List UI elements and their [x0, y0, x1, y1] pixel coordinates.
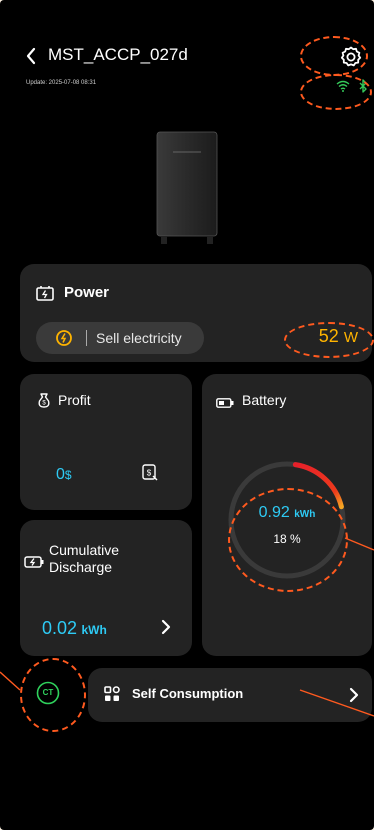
- chevron-left-icon: [26, 47, 36, 65]
- mode-divider: [86, 330, 87, 346]
- back-button[interactable]: [24, 46, 44, 66]
- svg-text:$: $: [147, 469, 152, 478]
- power-value-highlight-annotation: [284, 322, 374, 358]
- grid-apps-icon: [104, 686, 120, 702]
- mode-label: Sell electricity: [96, 330, 182, 346]
- cumulative-chevron-right-icon[interactable]: [160, 618, 172, 636]
- power-icon: [36, 285, 54, 301]
- power-title: Power: [64, 284, 110, 301]
- battery-icon: [216, 395, 234, 408]
- profit-title: Profit: [58, 392, 91, 408]
- profit-value: 0$: [56, 466, 72, 484]
- update-timestamp: Update: 2025-07-08 08:31: [26, 80, 97, 86]
- connectivity-highlight-annotation: [300, 74, 372, 110]
- cumulative-value: 0.02 kWh: [42, 618, 107, 639]
- self-consumption-chevron-right-icon[interactable]: [348, 686, 360, 704]
- cumulative-title-line1: Cumulative: [49, 542, 120, 558]
- cumulative-unit: kWh: [81, 623, 107, 637]
- ct-highlight-annotation: [20, 658, 86, 732]
- svg-text:$: $: [42, 401, 46, 407]
- device-title: MST_ACCP_027d: [48, 45, 188, 64]
- sell-electricity-icon: [56, 330, 72, 346]
- battery-title: Battery: [242, 392, 287, 408]
- settings-highlight-annotation: [300, 36, 368, 76]
- cumulative-number: 0.02: [42, 618, 78, 638]
- profit-number: 0: [56, 466, 65, 483]
- profit-icon: $: [36, 392, 52, 408]
- profit-detail-icon[interactable]: $: [142, 464, 158, 482]
- self-consumption-label: Self Consumption: [132, 686, 244, 701]
- app-screen: MST_ACCP_027d Update: 2025-07-08 08:31 P…: [0, 0, 374, 830]
- battery-device-image: [155, 130, 219, 246]
- profit-unit: $: [64, 468, 72, 482]
- cumulative-title-line2: Discharge: [49, 559, 113, 575]
- discharge-icon: [24, 555, 44, 568]
- battery-gauge-highlight-annotation: [228, 488, 348, 592]
